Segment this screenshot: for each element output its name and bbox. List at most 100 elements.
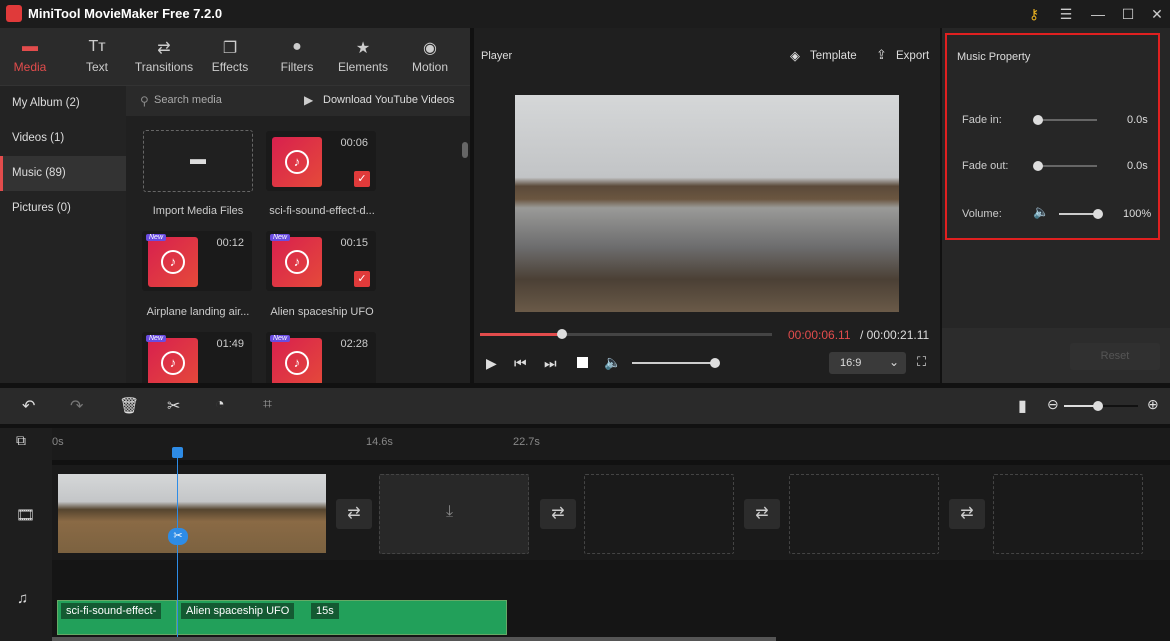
fade-out-label: Fade out: bbox=[962, 160, 1009, 172]
fade-in-slider[interactable] bbox=[1033, 115, 1097, 125]
download-youtube-button[interactable]: Download YouTube Videos bbox=[323, 94, 455, 106]
video-clip[interactable] bbox=[58, 474, 326, 553]
progress-fill bbox=[480, 333, 562, 336]
split-icon[interactable]: ✂ bbox=[168, 528, 188, 545]
export-icon: ⇪ bbox=[876, 47, 887, 62]
progress-bar[interactable] bbox=[480, 329, 772, 339]
volume-icon[interactable]: 🔈 bbox=[604, 354, 621, 371]
stop-button[interactable] bbox=[577, 357, 588, 368]
new-badge: New bbox=[270, 234, 291, 241]
next-frame-button[interactable]: ⏭ bbox=[544, 355, 557, 372]
fade-in-handle[interactable] bbox=[1033, 115, 1043, 125]
playhead-handle[interactable] bbox=[172, 447, 183, 458]
media-item[interactable]: ♪ New 00:15 ✓ bbox=[266, 231, 376, 291]
tab-elements[interactable]: ★ Elements bbox=[330, 28, 396, 86]
filters-icon: ● bbox=[292, 38, 302, 55]
reset-button[interactable]: Reset bbox=[1070, 343, 1160, 370]
duration: 00:15 bbox=[340, 237, 368, 249]
key-icon[interactable]: ⚷ bbox=[1023, 3, 1045, 25]
empty-clip-slot[interactable] bbox=[789, 474, 939, 554]
delete-icon[interactable]: 🗑 bbox=[119, 396, 139, 416]
tab-media[interactable]: ▬ Media bbox=[0, 28, 63, 86]
playhead[interactable] bbox=[177, 452, 178, 641]
checkmark-icon[interactable]: ✓ bbox=[354, 271, 370, 287]
checkmark-icon[interactable]: ✓ bbox=[354, 171, 370, 187]
minimize-button[interactable]: — bbox=[1087, 3, 1109, 25]
category-pictures[interactable]: Pictures (0) bbox=[0, 191, 126, 226]
import-media-button[interactable]: ▬ bbox=[143, 130, 253, 192]
title-bar: MiniTool MovieMaker Free 7.2.0 ⚷ ☰ — ☐ ✕ bbox=[0, 0, 1170, 28]
tab-effects[interactable]: ❐ Effects bbox=[197, 28, 263, 86]
total-time: / 00:00:21.11 bbox=[860, 328, 930, 342]
add-track-icon[interactable]: ⧉ bbox=[16, 432, 26, 449]
close-button[interactable]: ✕ bbox=[1146, 3, 1168, 25]
fade-out-handle[interactable] bbox=[1033, 161, 1043, 171]
timeline-toolbar: ↶ ↷ 🗑 ✂ ◔ ⌗ ▮ ⊖ ⊕ bbox=[0, 388, 1170, 424]
fit-timeline-icon[interactable]: ▮ bbox=[1018, 396, 1027, 416]
media-item[interactable]: ♪ New 01:49 bbox=[142, 332, 252, 383]
tab-motion[interactable]: ◉ Motion bbox=[397, 28, 463, 86]
music-volume-handle[interactable] bbox=[1093, 209, 1103, 219]
tab-filters[interactable]: ● Filters bbox=[264, 28, 330, 86]
audio-clip-duration: 15s bbox=[311, 603, 339, 619]
media-item[interactable]: ♪ 00:06 ✓ bbox=[266, 131, 376, 191]
redo-icon[interactable]: ↷ bbox=[70, 396, 83, 416]
scrollbar[interactable] bbox=[462, 142, 468, 158]
duration: 00:12 bbox=[216, 237, 244, 249]
audio-clip-selected[interactable]: Alien spaceship UFO 15s bbox=[177, 600, 507, 635]
volume-value: 100% bbox=[1123, 208, 1152, 220]
zoom-out-icon[interactable]: ⊖ bbox=[1047, 396, 1059, 413]
zoom-handle[interactable] bbox=[1093, 401, 1103, 411]
music-thumbnail: ♪ bbox=[272, 137, 322, 187]
export-button[interactable]: Export bbox=[896, 50, 929, 62]
volume-label: Volume: bbox=[962, 208, 1002, 220]
audio-clip-name: sci-fi-sound-effect- bbox=[61, 603, 162, 619]
maximize-button[interactable]: ☐ bbox=[1117, 3, 1139, 25]
aspect-ratio-dropdown[interactable]: 16:9 ⌄ bbox=[829, 352, 906, 374]
video-track-icon: 🎞 bbox=[16, 507, 36, 524]
transition-slot[interactable]: ⇄ bbox=[336, 499, 372, 529]
volume-slider[interactable] bbox=[632, 358, 720, 368]
split-icon[interactable]: ✂ bbox=[167, 396, 180, 416]
music-volume-slider[interactable] bbox=[1059, 209, 1103, 219]
tab-text[interactable]: Tт Text bbox=[64, 28, 130, 86]
transition-slot[interactable]: ⇄ bbox=[540, 499, 576, 529]
media-item[interactable]: ♪ New 02:28 bbox=[266, 332, 376, 383]
media-item[interactable]: ♪ New 00:12 bbox=[142, 231, 252, 291]
play-button[interactable]: ▶ bbox=[486, 355, 497, 372]
fade-in-label: Fade in: bbox=[962, 114, 1002, 126]
timeline-zoom-slider[interactable] bbox=[1064, 401, 1138, 411]
category-videos[interactable]: Videos (1) bbox=[0, 121, 126, 156]
video-preview bbox=[515, 95, 899, 312]
volume-handle[interactable] bbox=[710, 358, 720, 368]
empty-clip-slot[interactable] bbox=[993, 474, 1143, 554]
new-badge: New bbox=[270, 335, 291, 342]
progress-handle[interactable] bbox=[556, 329, 567, 339]
category-music[interactable]: Music (89) bbox=[0, 156, 126, 191]
transition-slot[interactable]: ⇄ bbox=[949, 499, 985, 529]
speed-icon[interactable]: ◔ bbox=[215, 396, 225, 414]
reset-area: Reset bbox=[942, 328, 1170, 383]
previous-frame-button[interactable]: ⏮ bbox=[514, 355, 527, 372]
category-my-album[interactable]: My Album (2) bbox=[0, 86, 126, 121]
template-button[interactable]: Template bbox=[810, 50, 857, 62]
import-label: Import Media Files bbox=[152, 205, 244, 217]
undo-icon[interactable]: ↶ bbox=[22, 396, 35, 416]
zoom-in-icon[interactable]: ⊕ bbox=[1147, 396, 1159, 413]
audio-clip[interactable]: sci-fi-sound-effect- bbox=[57, 600, 177, 635]
search-input[interactable]: Search media bbox=[154, 94, 222, 106]
timeline-scrollbar[interactable] bbox=[52, 637, 776, 641]
tab-transitions[interactable]: ⇄ Transitions bbox=[131, 28, 197, 86]
fade-out-slider[interactable] bbox=[1033, 161, 1097, 171]
music-property-title: Music Property bbox=[957, 51, 1031, 63]
fullscreen-icon[interactable]: ⛶ bbox=[917, 354, 926, 370]
empty-clip-slot[interactable]: ⤓ bbox=[379, 474, 529, 554]
duration: 02:28 bbox=[340, 338, 368, 350]
youtube-icon: ▶ bbox=[304, 93, 314, 107]
crop-icon[interactable]: ⌗ bbox=[263, 396, 272, 414]
properties-panel: Music Property Fade in: 0.0s Fade out: 0… bbox=[942, 28, 1170, 383]
aspect-value: 16:9 bbox=[840, 357, 862, 369]
menu-icon[interactable]: ☰ bbox=[1055, 3, 1077, 25]
transition-slot[interactable]: ⇄ bbox=[744, 499, 780, 529]
empty-clip-slot[interactable] bbox=[584, 474, 734, 554]
